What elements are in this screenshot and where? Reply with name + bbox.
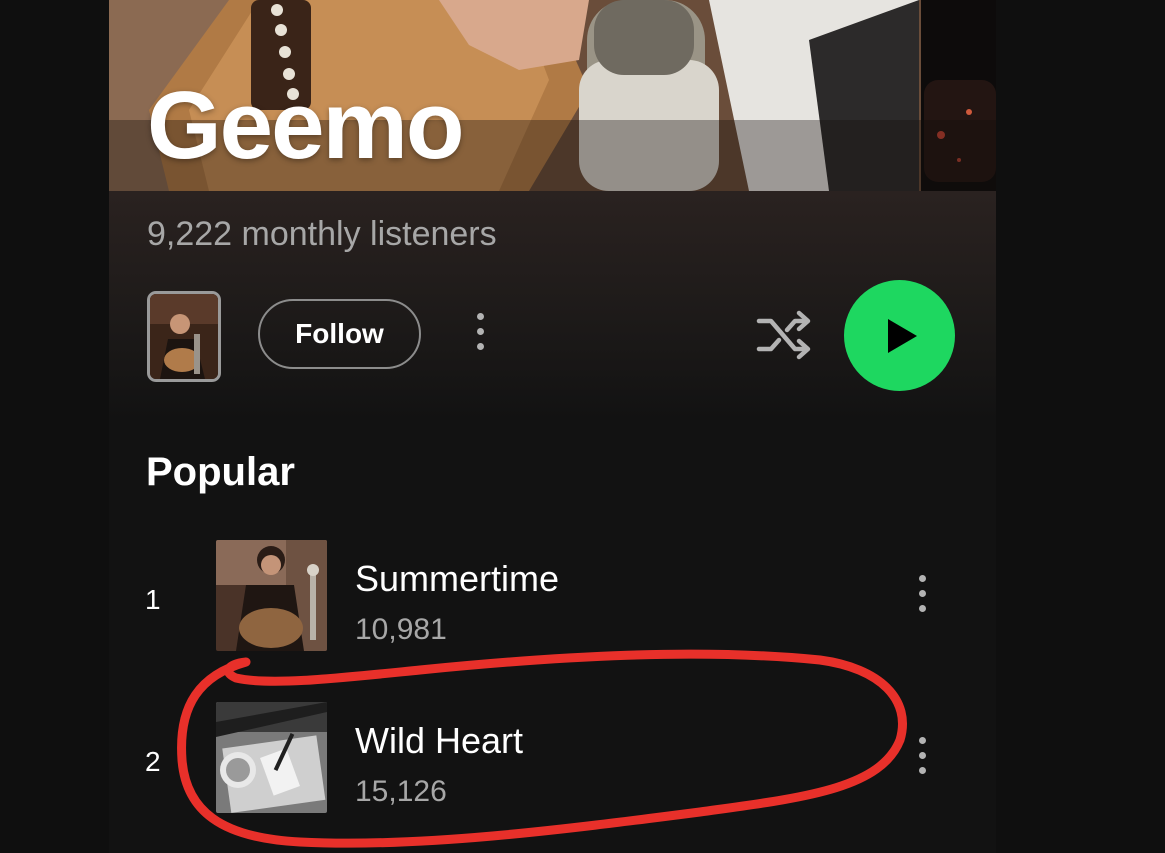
- track-more-options-icon[interactable]: [916, 737, 928, 774]
- shuffle-icon[interactable]: [755, 309, 815, 361]
- summertime-cover-image: [216, 540, 327, 651]
- play-button[interactable]: [844, 280, 955, 391]
- popular-section-title: Popular: [146, 450, 295, 494]
- artist-cover-thumbnail-image: [150, 294, 218, 379]
- wild-heart-cover-image: [216, 702, 327, 813]
- artist-header-image: Geemo: [109, 0, 996, 191]
- track-rank: 2: [145, 746, 161, 777]
- track-cover-art: [216, 540, 327, 651]
- track-play-count: 15,126: [355, 775, 447, 808]
- track-rank: 1: [145, 584, 161, 615]
- monthly-listeners: 9,222 monthly listeners: [147, 215, 497, 253]
- track-more-options-icon[interactable]: [916, 575, 928, 612]
- artist-page: Geemo 9,222 monthly listeners Follow Pop…: [109, 0, 996, 853]
- artist-cover-thumbnail-button[interactable]: [147, 291, 221, 382]
- more-options-icon[interactable]: [474, 313, 486, 350]
- track-row[interactable]: 2 Wild Heart 15,126: [109, 702, 996, 814]
- track-title: Summertime: [355, 558, 560, 599]
- track-cover-art: [216, 702, 327, 813]
- track-title: Wild Heart: [355, 720, 524, 761]
- track-row[interactable]: 1 Summertime 10,981: [109, 540, 996, 652]
- artist-info-area: 9,222 monthly listeners Follow: [109, 191, 996, 421]
- play-icon: [887, 318, 917, 353]
- artist-name: Geemo: [147, 72, 464, 179]
- follow-button[interactable]: Follow: [258, 299, 421, 369]
- track-play-count: 10,981: [355, 613, 447, 646]
- screenshot-stage: Geemo 9,222 monthly listeners Follow Pop…: [0, 0, 1165, 853]
